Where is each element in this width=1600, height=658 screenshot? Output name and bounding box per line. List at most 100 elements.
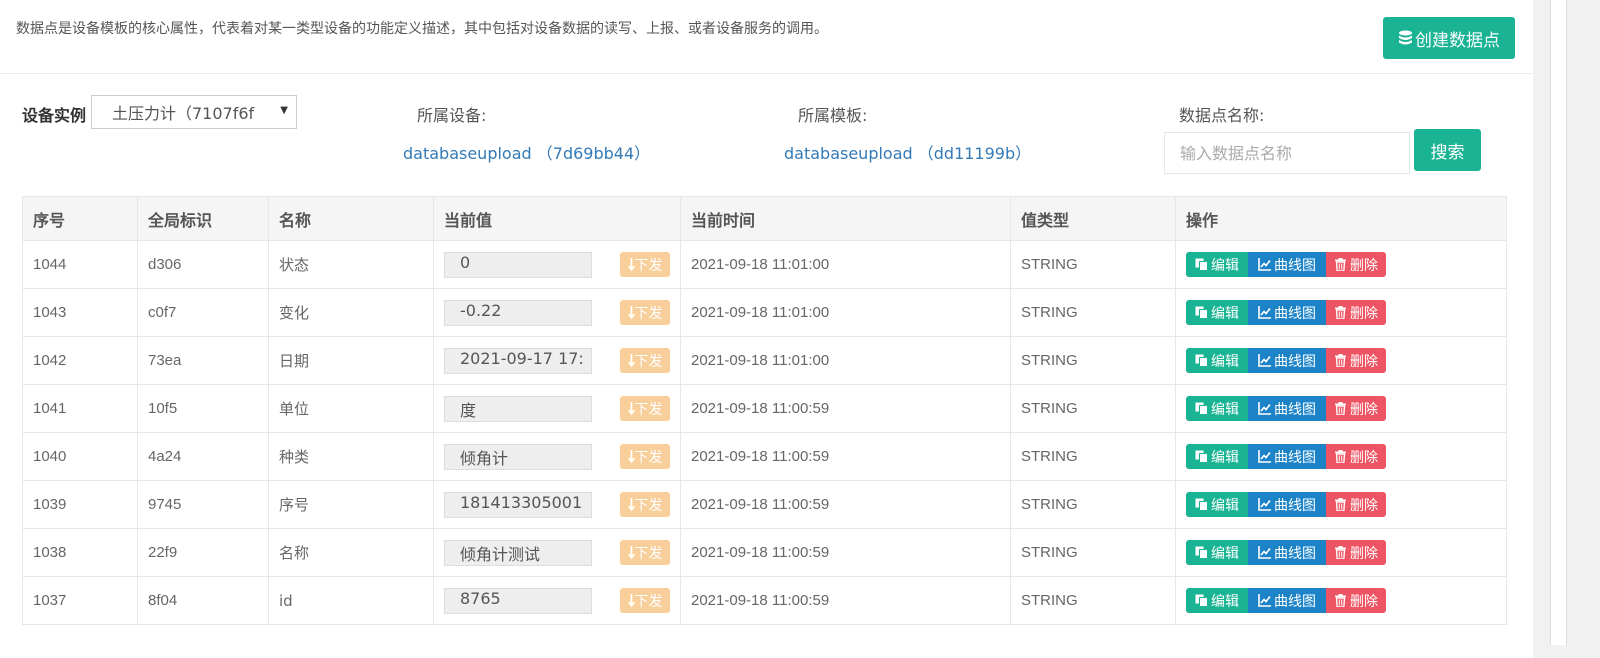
edit-button[interactable]: 编辑 — [1186, 588, 1248, 613]
send-label: 下发 — [634, 353, 663, 370]
cell-current-value: 度 下发 — [433, 384, 681, 433]
delete-button[interactable]: 删除 — [1326, 252, 1386, 277]
delete-button[interactable]: 删除 — [1326, 300, 1386, 325]
cell-index: 1039 — [22, 480, 138, 529]
copy-icon — [1195, 306, 1208, 319]
trash-icon — [1335, 258, 1346, 271]
edit-label: 编辑 — [1211, 257, 1239, 274]
send-button[interactable]: 下发 — [620, 540, 670, 565]
table-row: 1041 10f5 单位 度 下发 2021-09-18 11:00:59 ST… — [22, 384, 1507, 433]
col-header-global-id: 全局标识 — [137, 196, 269, 241]
delete-button[interactable]: 删除 — [1326, 492, 1386, 517]
value-field[interactable]: -0.22 — [444, 299, 592, 326]
cell-current-time: 2021-09-18 11:01:00 — [680, 240, 1011, 289]
cell-current-value: 倾角计 下发 — [433, 432, 681, 481]
cell-global-id: 73ea — [137, 336, 269, 385]
send-button[interactable]: 下发 — [620, 348, 670, 373]
create-datapoint-button[interactable]: 创建数据点 — [1383, 17, 1515, 59]
create-datapoint-label: 创建数据点 — [1415, 30, 1500, 51]
trash-icon — [1335, 402, 1346, 415]
send-button[interactable]: 下发 — [620, 444, 670, 469]
arrow-down-icon — [627, 498, 635, 511]
cell-actions: 编辑 曲线图 删除 — [1175, 384, 1507, 433]
delete-button[interactable]: 删除 — [1326, 348, 1386, 373]
cell-name: 种类 — [268, 432, 434, 481]
chart-button[interactable]: 曲线图 — [1248, 444, 1326, 469]
instance-label: 设备实例 — [22, 106, 87, 125]
caret-down-icon: ▼ — [280, 105, 288, 116]
line-chart-icon — [1258, 354, 1271, 367]
delete-button[interactable]: 删除 — [1326, 540, 1386, 565]
edit-button[interactable]: 编辑 — [1186, 492, 1248, 517]
device-link[interactable]: databaseupload （7d69bb44） — [403, 140, 650, 164]
value-field[interactable]: 181413305001 — [444, 491, 592, 518]
value-field[interactable]: 度 — [444, 395, 592, 422]
edit-button[interactable]: 编辑 — [1186, 444, 1248, 469]
cell-name: 名称 — [268, 528, 434, 577]
col-header-name: 名称 — [268, 196, 434, 241]
delete-button[interactable]: 删除 — [1326, 396, 1386, 421]
send-button[interactable]: 下发 — [620, 252, 670, 277]
delete-button[interactable]: 删除 — [1326, 444, 1386, 469]
send-label: 下发 — [634, 401, 663, 418]
chart-button[interactable]: 曲线图 — [1248, 396, 1326, 421]
edit-button[interactable]: 编辑 — [1186, 540, 1248, 565]
datapoint-name-input[interactable] — [1164, 132, 1410, 174]
page-description: 数据点是设备模板的核心属性，代表着对某一类型设备的功能定义描述，其中包括对设备数… — [16, 21, 828, 37]
delete-label: 删除 — [1350, 449, 1378, 466]
value-field[interactable]: 倾角计测试 — [444, 539, 592, 566]
arrow-down-icon — [627, 306, 635, 319]
delete-label: 删除 — [1350, 401, 1378, 418]
cell-current-value: 0 下发 — [433, 240, 681, 289]
template-label: 所属模板: — [798, 106, 868, 125]
edit-button[interactable]: 编辑 — [1186, 252, 1248, 277]
cell-global-id: c0f7 — [137, 288, 269, 337]
chart-button[interactable]: 曲线图 — [1248, 348, 1326, 373]
send-button[interactable]: 下发 — [620, 300, 670, 325]
chart-button[interactable]: 曲线图 — [1248, 300, 1326, 325]
cell-value-type: STRING — [1010, 432, 1176, 481]
value-field[interactable]: 8765 — [444, 587, 592, 614]
cell-actions: 编辑 曲线图 删除 — [1175, 288, 1507, 337]
value-field[interactable]: 2021-09-17 17: — [444, 347, 592, 374]
cell-value-type: STRING — [1010, 336, 1176, 385]
cell-global-id: 4a24 — [137, 432, 269, 481]
send-button[interactable]: 下发 — [620, 492, 670, 517]
trash-icon — [1335, 498, 1346, 511]
send-label: 下发 — [634, 593, 663, 610]
cell-actions: 编辑 曲线图 删除 — [1175, 576, 1507, 625]
arrow-down-icon — [627, 594, 635, 607]
cell-current-value: 2021-09-17 17: 下发 — [433, 336, 681, 385]
send-button[interactable]: 下发 — [620, 396, 670, 421]
edit-button[interactable]: 编辑 — [1186, 396, 1248, 421]
delete-label: 删除 — [1350, 353, 1378, 370]
cell-global-id: 9745 — [137, 480, 269, 529]
arrow-down-icon — [627, 546, 635, 559]
edit-button[interactable]: 编辑 — [1186, 348, 1248, 373]
chart-label: 曲线图 — [1274, 353, 1316, 370]
edit-button[interactable]: 编辑 — [1186, 300, 1248, 325]
template-link[interactable]: databaseupload （dd11199b） — [784, 140, 1031, 164]
instance-select[interactable]: 土压力计（7107f6f ▼ — [91, 95, 297, 129]
chart-label: 曲线图 — [1274, 545, 1316, 562]
value-field[interactable]: 倾角计 — [444, 443, 592, 470]
chart-button[interactable]: 曲线图 — [1248, 540, 1326, 565]
value-field[interactable]: 0 — [444, 251, 592, 278]
device-label: 所属设备: — [417, 106, 487, 125]
cell-name: 序号 — [268, 480, 434, 529]
send-button[interactable]: 下发 — [620, 588, 670, 613]
chart-button[interactable]: 曲线图 — [1248, 492, 1326, 517]
search-button[interactable]: 搜索 — [1414, 129, 1481, 171]
arrow-down-icon — [627, 402, 635, 415]
cell-name: 日期 — [268, 336, 434, 385]
delete-label: 删除 — [1350, 497, 1378, 514]
delete-button[interactable]: 删除 — [1326, 588, 1386, 613]
scrollbar-thumb[interactable] — [1550, 0, 1567, 645]
trash-icon — [1335, 546, 1346, 559]
trash-icon — [1335, 306, 1346, 319]
chart-button[interactable]: 曲线图 — [1248, 588, 1326, 613]
edit-label: 编辑 — [1211, 305, 1239, 322]
line-chart-icon — [1258, 402, 1271, 415]
chart-button[interactable]: 曲线图 — [1248, 252, 1326, 277]
cell-current-time: 2021-09-18 11:01:00 — [680, 336, 1011, 385]
